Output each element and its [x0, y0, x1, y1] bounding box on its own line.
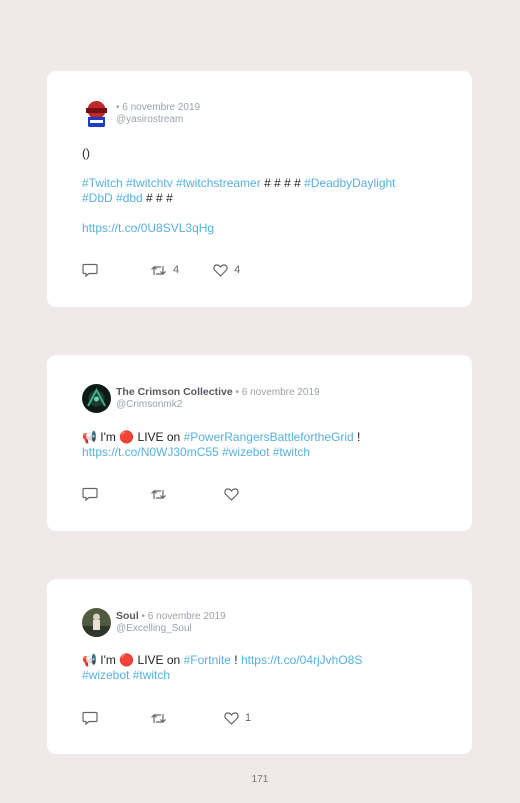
reply-button[interactable]: [82, 487, 98, 501]
meta-line: • 6 novembre 2019: [116, 102, 200, 114]
hash-symbols: # # #: [142, 191, 173, 205]
reply-icon: [82, 487, 98, 501]
hashtag-group[interactable]: #Twitch #twitchtv #twitchstreamer: [82, 176, 261, 190]
hashtag-group[interactable]: #wizebot #twitch: [82, 668, 170, 682]
hash-symbols: # # # #: [260, 176, 305, 190]
text-segment: !: [230, 653, 241, 667]
avatar[interactable]: [82, 99, 111, 129]
tweet-text: 📢 I'm 🔴 LIVE on #Fortnite ! https://t.co…: [82, 653, 442, 683]
user-name[interactable]: The Crimson Collective: [116, 386, 233, 398]
heart-icon: [213, 263, 228, 277]
tweet-date: • 6 novembre 2019: [138, 610, 226, 622]
avatar[interactable]: [82, 383, 111, 413]
reply-button[interactable]: [82, 263, 98, 277]
retweet-count: 4: [173, 264, 180, 276]
retweet-icon: [151, 265, 166, 275]
retweet-button[interactable]: [150, 712, 173, 725]
avatar[interactable]: [82, 607, 111, 637]
tweet-header: The Crimson Collective • 6 novembre 2019…: [82, 383, 320, 413]
red-dot-emoji: 🔴: [119, 653, 135, 667]
tweet-line: #wizebot #twitch: [82, 668, 442, 683]
reply-button[interactable]: [82, 711, 98, 725]
user-handle[interactable]: @Excelling_Soul: [116, 623, 226, 635]
tweet-text: () #Twitch #twitchtv #twitchstreamer # #…: [82, 146, 442, 236]
tweet-actions: 1: [82, 710, 251, 726]
tweet-card: • 6 novembre 2019 @yasirostream () #Twit…: [47, 71, 472, 307]
tweet-line: #Twitch #twitchtv #twitchstreamer # # # …: [82, 176, 442, 191]
tweet-meta: Soul • 6 novembre 2019 @Excelling_Soul: [116, 610, 226, 635]
hashtag-group[interactable]: #DbD #dbd: [82, 191, 143, 205]
user-handle[interactable]: @yasirostream: [116, 114, 200, 126]
tweet-date: • 6 novembre 2019: [116, 102, 201, 113]
megaphone-emoji: 📢: [82, 653, 97, 667]
tweet-text: 📢 I'm 🔴 LIVE on #PowerRangersBattleforth…: [82, 430, 442, 460]
hashtag[interactable]: #Fortnite: [184, 653, 231, 667]
text-segment: LIVE on: [134, 430, 184, 444]
tweet-meta: • 6 novembre 2019 @yasirostream: [116, 102, 200, 126]
text-segment: I'm: [96, 653, 120, 667]
tweet-actions: [82, 486, 245, 502]
meta-line: Soul • 6 novembre 2019: [116, 610, 226, 623]
tweet-line: https://t.co/N0WJ30mC55 #wizebot #twitch: [82, 445, 442, 460]
tweet-actions: 4 4: [82, 262, 240, 278]
tweet-card: The Crimson Collective • 6 novembre 2019…: [47, 355, 472, 531]
heart-icon: [224, 711, 239, 725]
red-dot-emoji: 🔴: [119, 430, 135, 444]
tweet-meta: The Crimson Collective • 6 novembre 2019…: [116, 386, 320, 411]
page-number: 171: [251, 774, 269, 785]
tweet-link[interactable]: https://t.co/04rjJvhO8S: [241, 653, 362, 667]
tweet-line: (): [82, 146, 90, 160]
like-count: 1: [245, 712, 252, 724]
hashtag[interactable]: #DeadbyDaylight: [304, 176, 395, 190]
heart-icon: [224, 487, 239, 501]
tweet-header: Soul • 6 novembre 2019 @Excelling_Soul: [82, 607, 226, 637]
retweet-button[interactable]: [150, 488, 173, 501]
megaphone-emoji: 📢: [82, 430, 97, 444]
user-handle[interactable]: @Crimsonmk2: [116, 399, 320, 411]
user-name[interactable]: Soul: [116, 610, 139, 622]
tweet-line: 📢 I'm 🔴 LIVE on #PowerRangersBattleforth…: [82, 430, 442, 445]
hashtag[interactable]: #PowerRangersBattlefortheGrid: [184, 430, 354, 444]
retweet-icon: [151, 713, 166, 723]
text-segment: I'm: [96, 430, 120, 444]
tweet-date: • 6 novembre 2019: [232, 386, 320, 398]
tweet-line: 📢 I'm 🔴 LIVE on #Fortnite ! https://t.co…: [82, 653, 442, 668]
like-button[interactable]: [224, 487, 245, 501]
hashtag-group[interactable]: #wizebot #twitch: [222, 445, 310, 459]
tweet-header: • 6 novembre 2019 @yasirostream: [82, 99, 200, 129]
like-count: 4: [234, 264, 241, 276]
tweet-line: #DbD #dbd # # #: [82, 191, 442, 206]
text-segment: !: [353, 430, 361, 444]
retweet-icon: [151, 489, 166, 499]
tweet-link[interactable]: https://t.co/0U8SVL3qHg: [82, 221, 214, 235]
retweet-button[interactable]: 4: [150, 264, 179, 277]
meta-line: The Crimson Collective • 6 novembre 2019: [116, 386, 320, 399]
reply-icon: [82, 263, 98, 277]
tweet-line: https://t.co/0U8SVL3qHg: [82, 221, 442, 236]
tweet-link[interactable]: https://t.co/N0WJ30mC55: [82, 445, 219, 459]
tweet-card: Soul • 6 novembre 2019 @Excelling_Soul 📢…: [47, 579, 472, 754]
reply-icon: [82, 711, 98, 725]
like-button[interactable]: 4: [213, 263, 241, 277]
like-button[interactable]: 1: [224, 711, 252, 725]
text-segment: LIVE on: [134, 653, 184, 667]
